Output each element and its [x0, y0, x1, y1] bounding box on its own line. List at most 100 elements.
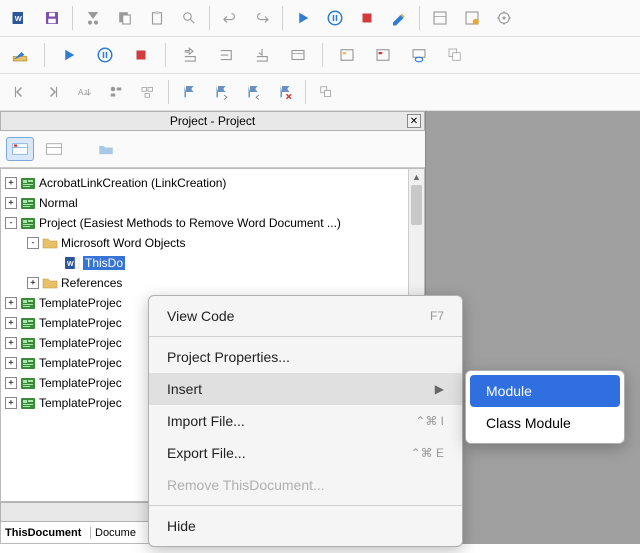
collapse-icon[interactable]: -: [5, 217, 17, 229]
locals-window-icon[interactable]: [333, 41, 361, 69]
separator: [72, 6, 73, 30]
vba-icon: [20, 175, 36, 191]
close-icon[interactable]: ✕: [407, 114, 421, 128]
vba-icon: [20, 315, 36, 331]
ruler-icon[interactable]: [6, 41, 34, 69]
tree-item-label: References: [61, 275, 122, 291]
menu-item-label: View Code: [167, 308, 234, 324]
tree-item-label: Project (Easiest Methods to Remove Word …: [39, 215, 341, 231]
tree-item[interactable]: + Normal: [1, 193, 424, 213]
collapse-icon[interactable]: -: [27, 237, 39, 249]
svg-text:W: W: [15, 14, 23, 23]
toolbar-edit: AZ: [0, 74, 640, 111]
tree-item[interactable]: - Project (Easiest Methods to Remove Word…: [1, 213, 424, 233]
tree-item-label: TemplateProjec: [39, 335, 122, 351]
cut-icon[interactable]: [79, 4, 107, 32]
tree-item-label: Normal: [39, 195, 78, 211]
menu-separator: [149, 505, 462, 506]
separator: [168, 80, 169, 104]
back-icon[interactable]: [6, 78, 34, 106]
parameter-info-icon[interactable]: [134, 78, 162, 106]
vba-icon: [20, 295, 36, 311]
list-members-icon[interactable]: AZ: [70, 78, 98, 106]
redo-icon[interactable]: [248, 4, 276, 32]
expand-icon[interactable]: +: [5, 357, 17, 369]
paste-icon[interactable]: [143, 4, 171, 32]
next-bookmark-icon[interactable]: [207, 78, 235, 106]
menu-item-label: Remove ThisDocument...: [167, 477, 325, 493]
menu-item[interactable]: Export File...⌃⌘ E: [149, 437, 462, 469]
run-to-cursor-icon[interactable]: [284, 41, 312, 69]
toolbox-icon[interactable]: [490, 4, 518, 32]
run-icon[interactable]: [55, 41, 83, 69]
outdent-icon[interactable]: [312, 78, 340, 106]
expand-icon[interactable]: +: [5, 377, 17, 389]
vba-icon: [20, 215, 36, 231]
tree-item[interactable]: -Microsoft Word Objects: [1, 233, 424, 253]
watch-window-icon[interactable]: [405, 41, 433, 69]
menu-shortcut: ⌃⌘ E: [371, 446, 444, 460]
expand-icon[interactable]: +: [5, 397, 17, 409]
svg-text:W: W: [67, 261, 74, 268]
immediate-window-icon[interactable]: [369, 41, 397, 69]
menu-item[interactable]: Hide: [149, 510, 462, 542]
pause-icon[interactable]: [321, 4, 349, 32]
vba-icon: [20, 195, 36, 211]
expand-icon[interactable]: +: [5, 297, 17, 309]
forward-icon[interactable]: [38, 78, 66, 106]
design-mode-icon[interactable]: [385, 4, 413, 32]
submenu-arrow-icon: ▶: [395, 382, 444, 396]
step-out-icon[interactable]: [248, 41, 276, 69]
step-into-icon[interactable]: [176, 41, 204, 69]
tree-item[interactable]: +AcrobatLinkCreation (LinkCreation): [1, 173, 424, 193]
menu-item-label: Import File...: [167, 413, 245, 429]
clear-bookmarks-icon[interactable]: [271, 78, 299, 106]
menu-shortcut: F7: [390, 309, 444, 323]
tree-item-label: TemplateProjec: [39, 355, 122, 371]
menu-item-label: Project Properties...: [167, 349, 290, 365]
separator: [419, 6, 420, 30]
quick-info-icon[interactable]: [102, 78, 130, 106]
view-object-icon[interactable]: [40, 137, 68, 161]
scroll-up-icon[interactable]: ▲: [409, 169, 424, 185]
menu-item[interactable]: Insert▶: [149, 373, 462, 405]
stop-icon[interactable]: [353, 4, 381, 32]
menu-item[interactable]: Project Properties...: [149, 341, 462, 373]
vba-icon: [20, 395, 36, 411]
prev-bookmark-icon[interactable]: [239, 78, 267, 106]
word-icon: W: [64, 255, 80, 271]
svg-text:A: A: [78, 88, 84, 97]
expand-icon[interactable]: +: [5, 337, 17, 349]
scrollbar-thumb[interactable]: [411, 185, 422, 225]
run-icon[interactable]: [289, 4, 317, 32]
stop-icon[interactable]: [127, 41, 155, 69]
expand-icon[interactable]: +: [5, 317, 17, 329]
separator: [209, 6, 210, 30]
toggle-bookmark-icon[interactable]: [175, 78, 203, 106]
expand-icon[interactable]: +: [27, 277, 39, 289]
tree-item[interactable]: + References: [1, 273, 424, 293]
tree-item[interactable]: WThisDo: [1, 253, 424, 273]
pause-icon[interactable]: [91, 41, 119, 69]
word-app-icon[interactable]: W: [6, 4, 34, 32]
expand-icon[interactable]: +: [5, 177, 17, 189]
project-explorer-icon[interactable]: [426, 4, 454, 32]
toggle-folders-icon[interactable]: [92, 137, 120, 161]
tree-item-label: TemplateProjec: [39, 395, 122, 411]
expand-icon[interactable]: +: [5, 197, 17, 209]
menu-item-label: Hide: [167, 518, 196, 534]
submenu-item[interactable]: Module: [470, 375, 620, 407]
call-stack-icon[interactable]: [441, 41, 469, 69]
submenu-item[interactable]: Class Module: [466, 407, 624, 439]
separator: [282, 6, 283, 30]
vba-icon: [20, 375, 36, 391]
menu-item[interactable]: Import File...⌃⌘ I: [149, 405, 462, 437]
find-icon[interactable]: [175, 4, 203, 32]
properties-icon[interactable]: [458, 4, 486, 32]
undo-icon[interactable]: [216, 4, 244, 32]
view-code-icon[interactable]: [6, 137, 34, 161]
copy-icon[interactable]: [111, 4, 139, 32]
step-over-icon[interactable]: [212, 41, 240, 69]
save-icon[interactable]: [38, 4, 66, 32]
menu-item[interactable]: View Code F7: [149, 300, 462, 332]
